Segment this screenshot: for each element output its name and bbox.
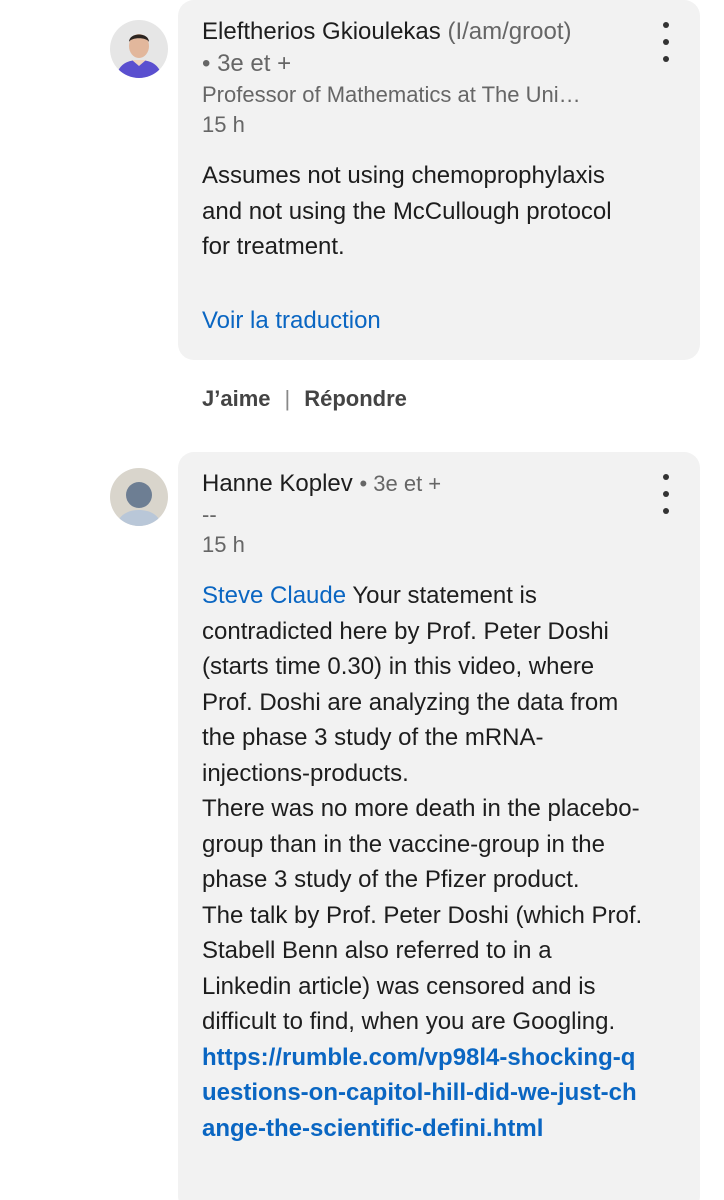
comment-header: Eleftherios Gkioulekas (I/am/groot) bbox=[202, 16, 644, 48]
connection-degree: • 3e et + bbox=[202, 50, 292, 77]
comment-text: Assumes not using chemoprophylaxis and n… bbox=[202, 162, 619, 260]
avatar[interactable] bbox=[110, 20, 168, 78]
comment-header: Hanne Koplev • 3e et + bbox=[202, 468, 644, 500]
author-pronoun: (I/am/groot) bbox=[447, 18, 572, 45]
translate-link[interactable]: Voir la traduction bbox=[202, 305, 644, 337]
comment-timestamp: 15 h bbox=[202, 532, 245, 557]
comments-feed: Eleftherios Gkioulekas (I/am/groot) • 3e… bbox=[0, 0, 724, 1200]
like-button[interactable]: J’aime bbox=[202, 386, 271, 411]
reply-button[interactable]: Répondre bbox=[304, 386, 407, 411]
profile-photo bbox=[110, 20, 168, 78]
comment-bubble: Hanne Koplev • 3e et + -- 15 h Steve Cla… bbox=[178, 452, 700, 1200]
author-headline: -- bbox=[202, 502, 217, 527]
mention-link[interactable]: Steve Claude bbox=[202, 582, 346, 609]
comment-body: Your statement is contradicted here by P… bbox=[202, 582, 643, 1035]
author-headline: Professor of Mathematics at The Uni… bbox=[202, 82, 581, 107]
actions-separator: | bbox=[284, 386, 291, 411]
more-options-icon[interactable] bbox=[656, 22, 676, 62]
comment-text: Steve Claude Your statement is contradic… bbox=[202, 578, 644, 1146]
connection-degree: • 3e et + bbox=[359, 471, 442, 496]
comment-bubble: Eleftherios Gkioulekas (I/am/groot) • 3e… bbox=[178, 0, 700, 360]
default-avatar-icon-graphic bbox=[110, 468, 168, 526]
more-options-icon[interactable] bbox=[656, 474, 676, 514]
comment-timestamp: 15 h bbox=[202, 112, 245, 137]
author-name[interactable]: Eleftherios Gkioulekas bbox=[202, 18, 441, 45]
default-avatar-icon[interactable] bbox=[110, 468, 168, 526]
external-link[interactable]: https://rumble.com/vp98l4-shocking-quest… bbox=[202, 1044, 637, 1142]
comment-actions: J’aime | Répondre bbox=[202, 384, 407, 414]
author-name[interactable]: Hanne Koplev bbox=[202, 470, 353, 497]
